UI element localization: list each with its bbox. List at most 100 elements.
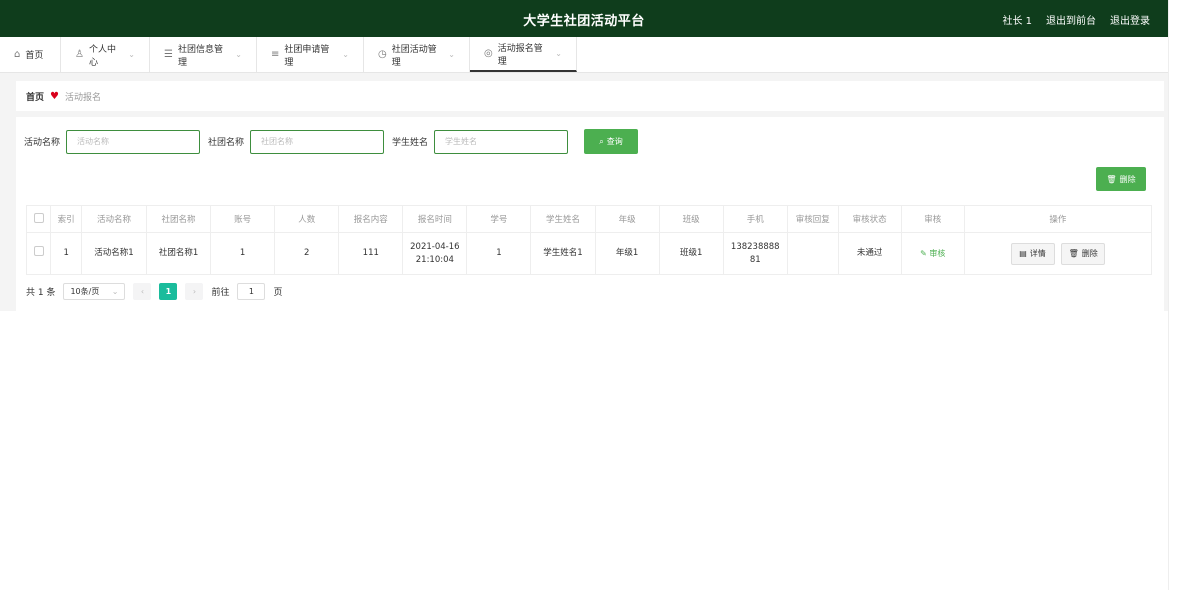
page-number[interactable]: 1 <box>159 283 178 300</box>
detail-button[interactable]: ▤ 详情 <box>1010 242 1055 265</box>
breadcrumb-current: 活动报名 <box>64 92 101 103</box>
main-menu: ⌂ 首页 ♙ 个人中心 ⌄ ☰ 社团信息管理 ⌄ ≡ 社团申请管理 ⌄ ◷ 社团… <box>0 37 1168 73</box>
column-header: 活动名称 <box>80 205 148 233</box>
row-delete-button[interactable]: 🗑 删除 <box>1061 242 1106 265</box>
menu-activity-registration[interactable]: ◎ 活动报名管理 ⌄ <box>470 37 577 72</box>
goto-label: 前往 <box>211 288 230 298</box>
cell-student-name: 学生姓名1 <box>530 232 596 275</box>
table-header-row: 索引 活动名称 社团名称 账号 人数 报名内容 报名时间 学号 学生姓名 年级 … <box>25 205 1153 233</box>
column-header: 报名时间 <box>402 205 468 233</box>
column-header: 操作 <box>963 205 1153 233</box>
column-header: 人数 <box>274 205 340 233</box>
column-header: 审核状态 <box>837 205 902 233</box>
menu-club-info-label: 社团信息管理 <box>177 44 223 68</box>
search-form: 活动名称 社团名称 学生姓名 ⌕ 查询 <box>24 129 639 154</box>
pagination: 共 1 条 10条/页 ⌄ ‹ 1 › 前往 1 页 <box>26 283 282 300</box>
next-page-button[interactable]: › <box>185 283 204 300</box>
chevron-down-icon: ⌄ <box>448 50 455 59</box>
cell-phone-line2: 81 <box>749 254 761 265</box>
batch-delete-label: 删除 <box>1119 174 1136 184</box>
logout-link[interactable]: 退出登录 <box>1110 12 1150 27</box>
menu-home[interactable]: ⌂ 首页 <box>0 37 61 72</box>
row-delete-label: 删除 <box>1081 249 1098 258</box>
trash-icon: 🗑 <box>1068 249 1079 258</box>
column-header: 学生姓名 <box>530 205 596 233</box>
cell-grade: 年级1 <box>594 232 660 275</box>
breadcrumb: 首页 ♥ 活动报名 <box>16 81 1164 111</box>
page-size-value: 10条/页 <box>70 287 100 296</box>
column-header: 索引 <box>50 205 82 233</box>
registration-table: 索引 活动名称 社团名称 账号 人数 报名内容 报名时间 学号 学生姓名 年级 … <box>25 205 1153 275</box>
home-icon: ⌂ <box>14 49 21 60</box>
page-suffix: 页 <box>273 288 283 298</box>
student-name-input[interactable] <box>434 129 569 154</box>
audit-link-label: 审核 <box>929 248 946 258</box>
current-user: 社长 1 <box>1002 16 1032 27</box>
cell-student-no: 1 <box>466 232 532 275</box>
document-icon: ▤ <box>1019 249 1027 258</box>
user-icon: ♙ <box>75 49 84 60</box>
cell-reply <box>786 232 839 275</box>
cell-account: 1 <box>210 232 276 275</box>
club-name-input[interactable] <box>250 129 385 154</box>
column-header: 审核回复 <box>786 205 839 233</box>
cell-status: 未通过 <box>837 232 902 275</box>
cell-club-name: 社团名称1 <box>145 232 212 275</box>
breadcrumb-home[interactable]: 首页 <box>26 90 44 103</box>
batch-delete-button[interactable]: 🗑 删除 <box>1096 167 1146 191</box>
menu-home-label: 首页 <box>25 51 44 61</box>
column-header: 学号 <box>466 205 532 233</box>
prev-page-button[interactable]: ‹ <box>133 283 152 300</box>
row-select-cell[interactable] <box>25 232 52 275</box>
menu-club-info[interactable]: ☰ 社团信息管理 ⌄ <box>150 37 257 72</box>
cell-people: 2 <box>274 232 340 275</box>
menu-club-application[interactable]: ≡ 社团申请管理 ⌄ <box>257 37 364 72</box>
menu-club-activity[interactable]: ◷ 社团活动管理 ⌄ <box>364 37 470 72</box>
column-header: 社团名称 <box>145 205 212 233</box>
query-button[interactable]: ⌕ 查询 <box>584 129 639 154</box>
student-name-label: 学生姓名 <box>392 138 429 148</box>
menu-club-activity-label: 社团活动管理 <box>391 44 437 68</box>
column-header: 账号 <box>210 205 276 233</box>
menu-personal-center[interactable]: ♙ 个人中心 ⌄ <box>61 37 150 72</box>
goto-page-input[interactable]: 1 <box>237 283 266 300</box>
detail-button-label: 详情 <box>1029 249 1046 258</box>
activity-name-input[interactable] <box>66 129 201 154</box>
column-header: 手机 <box>722 205 788 233</box>
cell-phone-line1: 138238888 <box>730 241 780 252</box>
menu-personal-center-label: 个人中心 <box>88 44 116 68</box>
page-size-select[interactable]: 10条/页 ⌄ <box>63 283 126 300</box>
globe-icon: ◎ <box>484 48 493 59</box>
clock-icon: ◷ <box>378 49 387 60</box>
query-button-label: 查询 <box>606 137 623 146</box>
cell-activity-name: 活动名称1 <box>80 232 148 275</box>
cell-time-clock: 21:10:04 <box>415 254 454 265</box>
search-icon: ⌕ <box>599 136 604 146</box>
cell-time-date: 2021-04-16 <box>410 241 460 252</box>
select-all-cell[interactable] <box>25 205 52 233</box>
club-name-label: 社团名称 <box>208 138 245 148</box>
sliders-icon: ☰ <box>164 49 173 60</box>
back-to-front-link[interactable]: 退出到前台 <box>1046 12 1096 27</box>
cell-phone: 138238888 81 <box>722 232 788 275</box>
trash-icon: 🗑 <box>1106 174 1117 184</box>
total-count: 共 1 条 <box>26 288 56 298</box>
menu-club-application-label: 社团申请管理 <box>284 44 330 68</box>
top-header: 大学生社团活动平台 社长 1 退出到前台 退出登录 <box>0 0 1168 37</box>
row-checkbox[interactable] <box>33 246 44 256</box>
cell-index: 1 <box>50 232 82 275</box>
edit-icon: ✎ <box>920 248 927 258</box>
menu-activity-registration-label: 活动报名管理 <box>497 43 543 67</box>
column-header: 班级 <box>658 205 724 233</box>
cell-class: 班级1 <box>658 232 724 275</box>
list-icon: ≡ <box>271 49 280 60</box>
cell-audit: ✎ 审核 <box>900 232 965 275</box>
audit-link[interactable]: ✎ 审核 <box>920 249 945 258</box>
chevron-down-icon: ⌄ <box>111 287 119 296</box>
content-blank-area <box>0 311 1180 590</box>
chevron-down-icon: ⌄ <box>342 50 349 59</box>
window-edge <box>1168 0 1182 590</box>
select-all-checkbox[interactable] <box>33 212 44 223</box>
column-header: 审核 <box>900 205 965 233</box>
table-row: 1 活动名称1 社团名称1 1 2 111 2021-04-16 21:10:0… <box>25 232 1153 275</box>
